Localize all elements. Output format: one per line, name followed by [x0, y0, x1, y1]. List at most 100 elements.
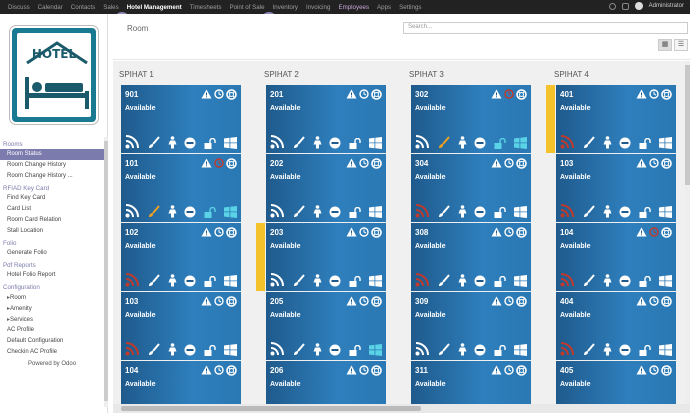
sidebar-item[interactable]: Room Card Relation [0, 215, 107, 226]
unlock-icon [349, 275, 362, 287]
unlock-icon [639, 137, 652, 149]
sidebar-item[interactable]: Stall Location [0, 226, 107, 237]
wifi-icon [415, 135, 431, 149]
kanban-view-button[interactable]: ▦ [658, 39, 672, 51]
topmenu-item[interactable]: Inventory [273, 4, 298, 11]
topmenu-item[interactable]: Calendar [38, 4, 63, 11]
topmenu-item[interactable]: Point of Sale [229, 4, 264, 11]
topmenu-item[interactable]: Contacts [71, 4, 95, 11]
room-number: 404 [560, 297, 574, 306]
windows-icon [513, 275, 527, 287]
room-card[interactable]: 102 Available [121, 223, 241, 291]
board-vertical-scrollbar[interactable] [685, 61, 690, 404]
sidebar-section-title: Pdf Reports [3, 262, 36, 269]
room-card[interactable]: 311 Available [411, 361, 531, 404]
room-number: 308 [415, 228, 429, 237]
search-input[interactable]: Search... [403, 22, 688, 34]
sidebar-item[interactable]: Hotel Folio Report [0, 270, 107, 281]
sidebar-item[interactable]: AC Profile [0, 325, 107, 336]
room-status: Available [270, 381, 301, 388]
sidebar-item[interactable]: Checkin AC Profile [0, 347, 107, 358]
sidebar-item[interactable]: Room Change History [0, 160, 107, 171]
room-number: 405 [560, 366, 574, 375]
room-card[interactable]: 404 Available [556, 292, 676, 360]
room-card[interactable]: 206 Available [266, 361, 386, 404]
topmenu-item[interactable]: Timesheets [190, 4, 222, 11]
sidebar-item[interactable]: Generate Folio [0, 248, 107, 259]
brush-icon [438, 274, 451, 287]
room-card[interactable]: 101 Available [121, 154, 241, 222]
room-card[interactable]: 405 Available [556, 361, 676, 404]
sidebar-item[interactable]: Amenity [0, 303, 107, 314]
wifi-icon [125, 135, 141, 149]
room-card[interactable]: 308 Available [411, 223, 531, 291]
wifi-icon [270, 273, 286, 287]
no-entry-icon [329, 275, 341, 287]
clock-icon [359, 158, 369, 169]
column-title[interactable]: SPIHAT 1 [113, 61, 253, 85]
topmenu-item[interactable]: Employees [338, 4, 369, 11]
windows-icon [513, 344, 527, 356]
room-card[interactable]: 302 Available [411, 85, 531, 153]
topmenu-item[interactable]: Discuss [8, 4, 30, 11]
clock-icon [359, 365, 369, 376]
room-status: Available [415, 312, 446, 319]
room-card[interactable]: 205 Available [266, 292, 386, 360]
room-status: Available [270, 105, 301, 112]
person-icon [168, 205, 177, 218]
brush-icon [293, 205, 306, 218]
room-card[interactable]: 901 Available [121, 85, 241, 153]
user-name[interactable]: Administrator [649, 3, 684, 9]
life-ring-icon [516, 89, 527, 100]
warning-icon [636, 296, 647, 307]
clock-icon [649, 158, 659, 169]
list-view-button[interactable]: ☰ [674, 39, 688, 51]
warning-icon [346, 89, 357, 100]
no-entry-icon [329, 137, 341, 149]
column-title[interactable]: SPIHAT 2 [258, 61, 398, 85]
room-status: Available [560, 381, 591, 388]
sidebar-scrollbar[interactable] [104, 137, 108, 407]
room-card[interactable]: 304 Available [411, 154, 531, 222]
room-card[interactable]: 202 Available [266, 154, 386, 222]
board-horizontal-scrollbar[interactable] [113, 404, 690, 413]
topmenu-item[interactable]: Apps [377, 4, 391, 11]
clock-icon [504, 296, 514, 307]
sidebar-item[interactable]: Room [0, 292, 107, 303]
room-card[interactable]: 309 Available [411, 292, 531, 360]
kanban-board: SPIHAT 1 901 Available 101 Available 102 Avail… [113, 61, 690, 404]
windows-icon [513, 137, 527, 149]
sidebar-item[interactable]: Default Configuration [0, 336, 107, 347]
topmenu-item[interactable]: Settings [399, 4, 421, 11]
sidebar-item[interactable]: Room Change History ... [0, 171, 107, 182]
life-ring-icon [661, 365, 672, 376]
column-title[interactable]: SPIHAT 3 [403, 61, 543, 85]
room-card[interactable]: 201 Available [266, 85, 386, 153]
room-card[interactable]: 104 Available [121, 361, 241, 404]
sidebar-item[interactable]: Find Key Card [0, 193, 107, 204]
chat-icon[interactable] [621, 2, 629, 10]
warning-icon [201, 365, 212, 376]
room-card[interactable]: 104 Available [556, 223, 676, 291]
room-card[interactable]: 401 Available [546, 85, 676, 153]
avatar[interactable] [634, 2, 643, 10]
sidebar-item[interactable]: Room Status [0, 149, 107, 160]
column-title[interactable]: SPIHAT 4 [548, 61, 688, 85]
activity-icon[interactable] [608, 2, 616, 10]
clock-icon [359, 296, 369, 307]
room-card[interactable]: 103 Available [121, 292, 241, 360]
room-card[interactable]: 103 Available [556, 154, 676, 222]
topmenu-item[interactable]: Sales [103, 4, 118, 11]
sidebar-item[interactable]: Services [0, 314, 107, 325]
topmenu-item[interactable]: Invoicing [306, 4, 330, 11]
view-switcher: ▦ ☰ [658, 39, 688, 51]
sidebar-item[interactable]: Card List [0, 204, 107, 215]
warning-icon [636, 89, 647, 100]
topmenu-item[interactable]: Hotel Management [127, 4, 182, 11]
room-card[interactable]: 203 Available [256, 223, 386, 291]
powered-by[interactable]: Powered by Odoo [0, 358, 107, 370]
room-number: 202 [270, 159, 284, 168]
no-entry-icon [184, 275, 196, 287]
clock-icon [649, 365, 659, 376]
life-ring-icon [226, 158, 237, 169]
